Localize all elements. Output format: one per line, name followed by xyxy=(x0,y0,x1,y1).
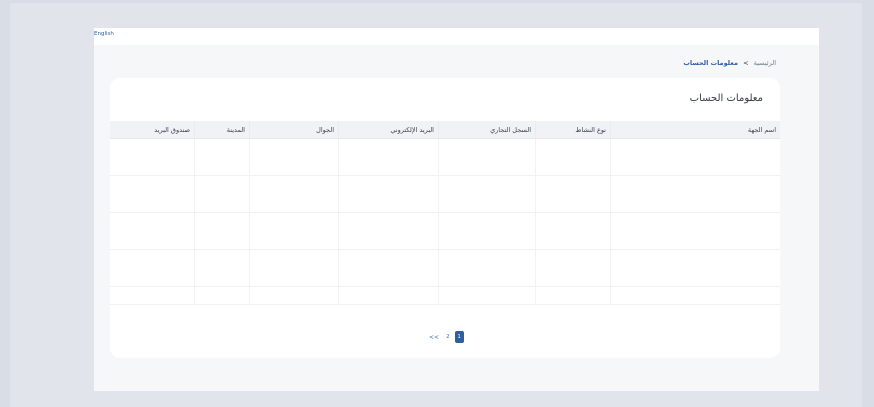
table-cell xyxy=(249,139,338,175)
table-cell xyxy=(338,250,438,286)
breadcrumb-current: معلومات الحساب xyxy=(683,59,738,67)
column-header-city[interactable]: المدينة xyxy=(194,121,249,138)
table-cell xyxy=(338,176,438,212)
main-panel: English الرئيسية > معلومات الحساب معلوما… xyxy=(94,28,819,391)
breadcrumb: الرئيسية > معلومات الحساب xyxy=(683,59,776,67)
table-row[interactable] xyxy=(110,139,780,176)
table-cell xyxy=(194,287,249,304)
column-header-activity-type[interactable]: نوع النشاط xyxy=(535,121,610,138)
table-cell xyxy=(535,139,610,175)
table-cell xyxy=(110,287,194,304)
column-header-commercial-register[interactable]: السجل التجاري xyxy=(438,121,535,138)
table-cell xyxy=(194,213,249,249)
table-cell xyxy=(610,213,780,249)
table-cell xyxy=(249,213,338,249)
table-cell xyxy=(535,287,610,304)
table-cell xyxy=(438,250,535,286)
table-cell xyxy=(338,287,438,304)
pagination-prev-button[interactable]: << xyxy=(427,334,441,341)
table-cell xyxy=(438,139,535,175)
table-cell xyxy=(110,176,194,212)
table-cell xyxy=(438,287,535,304)
language-switch-link[interactable]: English xyxy=(94,31,114,37)
table-cell xyxy=(610,139,780,175)
pagination: << 2 1 xyxy=(427,331,464,343)
table-cell xyxy=(610,287,780,304)
account-table: اسم الجهة نوع النشاط السجل التجاري البري… xyxy=(110,121,780,305)
table-cell xyxy=(338,139,438,175)
table-cell xyxy=(110,250,194,286)
column-header-email[interactable]: البريد الإلكتروني xyxy=(338,121,438,138)
table-cell xyxy=(194,250,249,286)
table-row[interactable] xyxy=(110,250,780,287)
table-cell xyxy=(610,176,780,212)
table-cell xyxy=(610,250,780,286)
top-bar: English xyxy=(94,28,819,45)
breadcrumb-home[interactable]: الرئيسية xyxy=(754,59,776,67)
column-header-po-box[interactable]: صندوق البريد xyxy=(110,121,194,138)
table-cell xyxy=(338,213,438,249)
table-cell xyxy=(249,176,338,212)
account-info-card: معلومات الحساب اسم الجهة نوع النشاط السج… xyxy=(110,78,780,358)
page-title: معلومات الحساب xyxy=(689,93,763,104)
table-cell xyxy=(249,287,338,304)
table-cell xyxy=(438,176,535,212)
table-row[interactable] xyxy=(110,287,780,305)
table-cell xyxy=(249,250,338,286)
table-cell xyxy=(535,213,610,249)
table-cell xyxy=(194,176,249,212)
table-row[interactable] xyxy=(110,176,780,213)
column-header-entity-name[interactable]: اسم الجهة xyxy=(610,121,780,138)
table-cell xyxy=(438,213,535,249)
table-cell xyxy=(110,139,194,175)
table-row[interactable] xyxy=(110,213,780,250)
column-header-mobile[interactable]: الجوال xyxy=(249,121,338,138)
table-header: اسم الجهة نوع النشاط السجل التجاري البري… xyxy=(110,121,780,139)
pagination-page-1-active[interactable]: 1 xyxy=(454,331,464,343)
pagination-page-2[interactable]: 2 xyxy=(444,334,452,340)
table-cell xyxy=(194,139,249,175)
table-cell xyxy=(535,250,610,286)
table-cell xyxy=(535,176,610,212)
table-cell xyxy=(110,213,194,249)
breadcrumb-separator: > xyxy=(743,59,749,67)
